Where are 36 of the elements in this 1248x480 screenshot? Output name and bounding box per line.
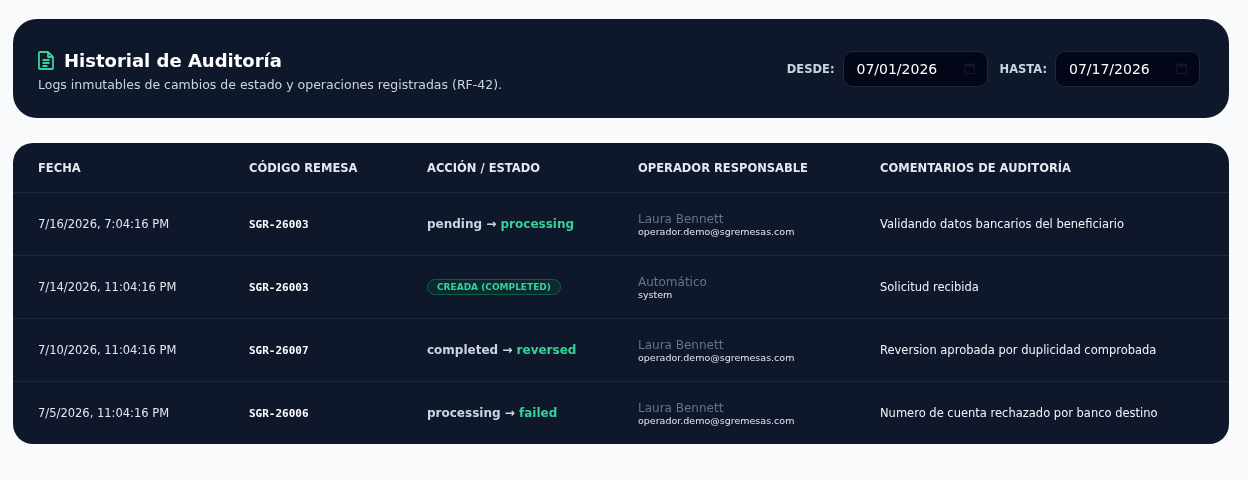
filter-label: DESDE: (786, 61, 835, 76)
code-cell-text: SGR-26007 (249, 343, 310, 357)
operator-email: operador.demo@sgremesas.com (638, 414, 795, 426)
comment-cell-text: Reversion aprobada por duplicidad comprobada (880, 343, 1158, 357)
code-cell-text: SGR-26003 (249, 280, 310, 294)
document-icon (38, 50, 54, 70)
column-header: COMENTARIOS DE AUDITORÍA (880, 160, 1072, 175)
status-transition: completed → reversed (427, 343, 577, 357)
status-transition: pending → processing (427, 217, 575, 231)
date-cell-text: 7/5/2026, 11:04:16 PM (38, 406, 171, 420)
column-header: OPERADOR RESPONSABLE (638, 160, 809, 175)
date-cell-text: 7/10/2026, 11:04:16 PM (38, 343, 178, 357)
comment-cell-text: Solicitud recibida (880, 280, 980, 294)
operator-name: Laura Bennett (638, 211, 724, 226)
date-cell-text: 7/14/2026, 11:04:16 PM (38, 280, 178, 294)
status-badge: CREADA (COMPLETED) (427, 279, 561, 295)
column-header: CÓDIGO REMESA (249, 160, 359, 175)
page-subtitle: Logs inmutables de cambios de estado y operaciones registradas (RF-42). (38, 76, 503, 92)
operator-name: Laura Bennett (638, 337, 724, 352)
operator-email: operador.demo@sgremesas.com (638, 351, 795, 363)
operator-email: system (638, 288, 673, 300)
page-title: Historial de Auditoría (64, 49, 282, 71)
date-cell-text: 7/16/2026, 7:04:16 PM (38, 217, 171, 231)
column-header: ACCIÓN / ESTADO (427, 160, 541, 175)
date-field[interactable]: 07/17/2026 (1055, 50, 1200, 87)
operator-name: Automático (638, 274, 707, 289)
date-field[interactable]: 07/01/2026 (842, 50, 988, 87)
operator-email: operador.demo@sgremesas.com (638, 225, 795, 237)
comment-cell-text: Numero de cuenta rechazado por banco destino (880, 406, 1159, 420)
operator-name: Laura Bennett (638, 400, 724, 415)
status-transition: processing → failed (427, 406, 558, 420)
comment-cell-text: Validando datos bancarios del beneficiario (880, 217, 1125, 231)
code-cell-text: SGR-26003 (249, 217, 310, 231)
filter-label: HASTA: (999, 61, 1047, 76)
code-cell-text: SGR-26006 (249, 406, 310, 420)
column-header: FECHA (38, 160, 82, 175)
